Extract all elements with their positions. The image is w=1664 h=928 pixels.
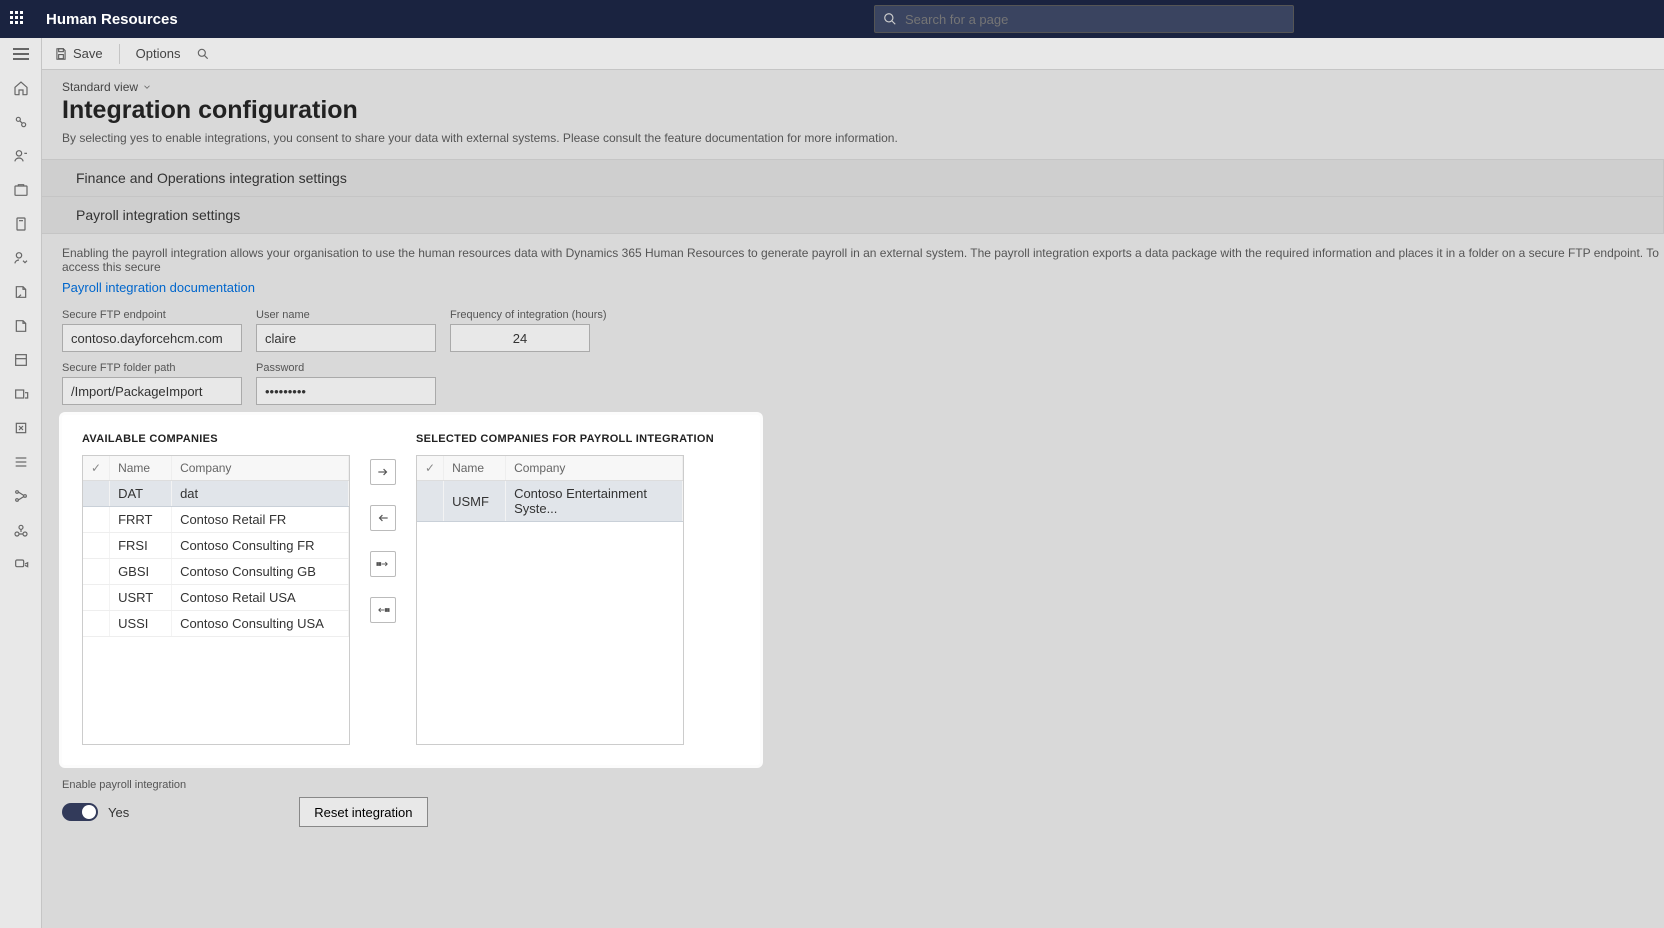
view-selector[interactable]: Standard view: [62, 80, 1664, 94]
save-label: Save: [73, 46, 103, 61]
cell-company: dat: [172, 481, 349, 507]
payroll-help-text: Enabling the payroll integration allows …: [62, 246, 1664, 274]
cell-name: DAT: [110, 481, 172, 507]
page-description: By selecting yes to enable integrations,…: [62, 131, 1664, 145]
select-all-selected[interactable]: ✓: [417, 456, 444, 481]
view-label: Standard view: [62, 80, 138, 94]
enable-payroll-label: Enable payroll integration: [62, 779, 1664, 791]
cell-company: Contoso Consulting USA: [172, 611, 349, 637]
cell-name: USRT: [110, 585, 172, 611]
folder-label: Secure FTP folder path: [62, 362, 242, 374]
global-search[interactable]: [874, 5, 1294, 33]
nav-icon-13[interactable]: [11, 520, 31, 540]
table-row[interactable]: DATdat: [83, 481, 349, 507]
table-row[interactable]: FRRTContoso Retail FR: [83, 507, 349, 533]
col-company-sel[interactable]: Company: [506, 456, 683, 481]
home-icon[interactable]: [11, 78, 31, 98]
row-checkbox[interactable]: [83, 507, 110, 533]
chevron-down-icon: [142, 82, 152, 92]
move-all-right-button[interactable]: [370, 551, 396, 577]
available-companies-grid[interactable]: ✓ Name Company DATdatFRRTContoso Retail …: [82, 455, 350, 745]
divider: [119, 44, 120, 64]
save-icon: [54, 47, 68, 61]
cell-company: Contoso Entertainment Syste...: [506, 481, 683, 522]
username-label: User name: [256, 309, 436, 321]
row-checkbox[interactable]: [83, 481, 110, 507]
endpoint-label: Secure FTP endpoint: [62, 309, 242, 321]
nav-icon-10[interactable]: [11, 418, 31, 438]
endpoint-input[interactable]: [62, 324, 242, 352]
cell-company: Contoso Retail USA: [172, 585, 349, 611]
nav-icon-11[interactable]: [11, 452, 31, 472]
cell-name: FRRT: [110, 507, 172, 533]
options-button[interactable]: Options: [136, 46, 181, 61]
password-input[interactable]: [256, 377, 436, 405]
row-checkbox[interactable]: [83, 611, 110, 637]
row-checkbox[interactable]: [417, 481, 444, 522]
nav-icon-2[interactable]: [11, 146, 31, 166]
cell-name: USSI: [110, 611, 172, 637]
move-all-left-button[interactable]: [370, 597, 396, 623]
nav-icon-12[interactable]: [11, 486, 31, 506]
cell-name: GBSI: [110, 559, 172, 585]
cell-company: Contoso Consulting GB: [172, 559, 349, 585]
command-bar: Save Options: [42, 38, 1664, 70]
available-companies-heading: AVAILABLE COMPANIES: [82, 433, 350, 445]
reset-integration-button[interactable]: Reset integration: [299, 797, 427, 827]
move-left-button[interactable]: [370, 505, 396, 531]
table-row[interactable]: USRTContoso Retail USA: [83, 585, 349, 611]
folder-input[interactable]: [62, 377, 242, 405]
enable-payroll-value: Yes: [108, 805, 129, 820]
cell-name: FRSI: [110, 533, 172, 559]
row-checkbox[interactable]: [83, 559, 110, 585]
search-command[interactable]: [196, 47, 210, 61]
nav-icon-5[interactable]: [11, 248, 31, 268]
nav-icon-4[interactable]: [11, 214, 31, 234]
main-content: Standard view Integration configuration …: [42, 70, 1664, 928]
nav-icon-6[interactable]: [11, 282, 31, 302]
section-finops[interactable]: Finance and Operations integration setti…: [42, 159, 1664, 197]
table-row[interactable]: USSIContoso Consulting USA: [83, 611, 349, 637]
move-right-button[interactable]: [370, 459, 396, 485]
app-title: Human Resources: [46, 11, 178, 28]
nav-icon-14[interactable]: [11, 554, 31, 574]
col-company[interactable]: Company: [172, 456, 349, 481]
col-name-sel[interactable]: Name: [444, 456, 506, 481]
table-row[interactable]: FRSIContoso Consulting FR: [83, 533, 349, 559]
cell-company: Contoso Retail FR: [172, 507, 349, 533]
selected-companies-grid[interactable]: ✓ Name Company USMFContoso Entertainment…: [416, 455, 684, 745]
row-checkbox[interactable]: [83, 585, 110, 611]
enable-payroll-toggle[interactable]: [62, 803, 98, 821]
password-label: Password: [256, 362, 436, 374]
nav-icon-3[interactable]: [11, 180, 31, 200]
options-label: Options: [136, 46, 181, 61]
search-icon: [883, 12, 897, 26]
company-picker: AVAILABLE COMPANIES ✓ Name Company DATda…: [62, 415, 760, 765]
nav-icon-7[interactable]: [11, 316, 31, 336]
cell-company: Contoso Consulting FR: [172, 533, 349, 559]
cell-name: USMF: [444, 481, 506, 522]
nav-icon-1[interactable]: [11, 112, 31, 132]
payroll-doc-link[interactable]: Payroll integration documentation: [62, 280, 255, 295]
row-checkbox[interactable]: [83, 533, 110, 559]
left-nav-rail: [0, 38, 42, 928]
save-button[interactable]: Save: [54, 46, 103, 61]
nav-icon-9[interactable]: [11, 384, 31, 404]
hamburger-icon[interactable]: [11, 44, 31, 64]
table-row[interactable]: USMFContoso Entertainment Syste...: [417, 481, 683, 522]
nav-icon-8[interactable]: [11, 350, 31, 370]
frequency-label: Frequency of integration (hours): [450, 309, 607, 321]
app-launcher-icon[interactable]: [10, 11, 26, 27]
frequency-input[interactable]: [450, 324, 590, 352]
table-row[interactable]: GBSIContoso Consulting GB: [83, 559, 349, 585]
section-payroll[interactable]: Payroll integration settings: [42, 197, 1664, 234]
col-name[interactable]: Name: [110, 456, 172, 481]
username-input[interactable]: [256, 324, 436, 352]
selected-companies-heading: SELECTED COMPANIES FOR PAYROLL INTEGRATI…: [416, 433, 714, 445]
select-all-available[interactable]: ✓: [83, 456, 110, 481]
page-title: Integration configuration: [62, 96, 1664, 125]
search-input[interactable]: [905, 12, 1285, 27]
